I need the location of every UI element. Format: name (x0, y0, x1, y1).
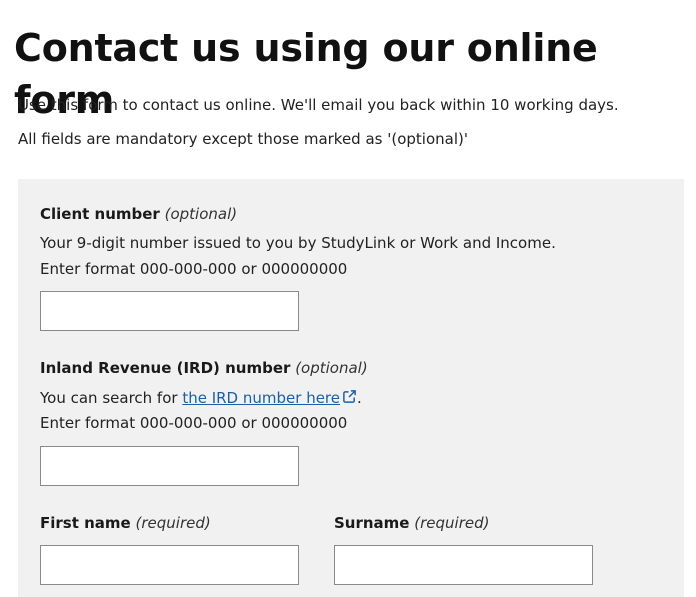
mandatory-note: All fields are mandatory except those ma… (18, 130, 468, 148)
client-number-help: Your 9-digit number issued to you by Stu… (40, 234, 556, 252)
surname-label: Surname (required) (334, 514, 490, 532)
first-name-input[interactable] (40, 545, 299, 585)
ird-number-help: You can search for the IRD number here. (40, 389, 362, 407)
ird-number-format-hint: Enter format 000-000-000 or 000000000 (40, 414, 348, 432)
client-number-input[interactable] (40, 291, 299, 331)
external-link-icon (343, 390, 356, 403)
client-number-format-hint: Enter format 000-000-000 or 000000000 (40, 260, 348, 278)
first-name-label: First name (required) (40, 514, 211, 532)
ird-number-label: Inland Revenue (IRD) number (optional) (40, 359, 368, 377)
client-number-label: Client number (optional) (40, 205, 238, 223)
surname-input[interactable] (334, 545, 593, 585)
ird-number-link[interactable]: the IRD number here (182, 389, 357, 407)
intro-text: Use this form to contact us online. We'l… (18, 96, 619, 114)
ird-number-input[interactable] (40, 446, 299, 486)
contact-form-panel: Client number (optional) Your 9-digit nu… (18, 179, 684, 597)
